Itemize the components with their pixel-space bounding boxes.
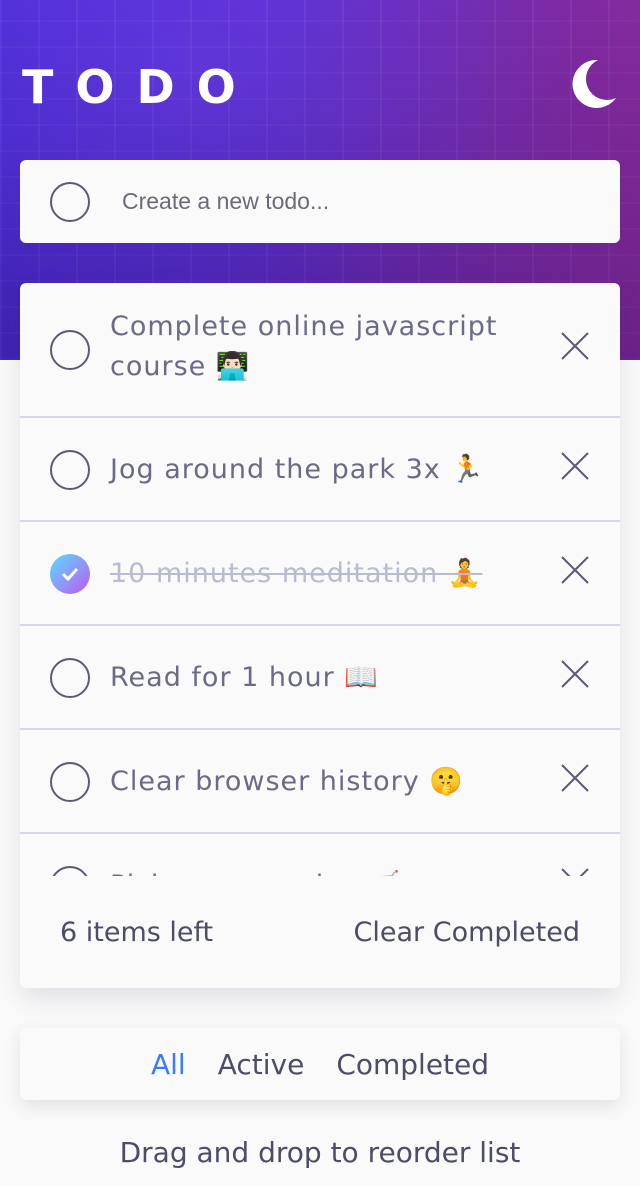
todo-checkbox-checked[interactable] — [50, 554, 90, 594]
todo-checkbox[interactable] — [50, 658, 90, 698]
list-footer: 6 items left Clear Completed — [20, 876, 620, 988]
filter-completed[interactable]: Completed — [336, 1048, 489, 1081]
todo-label: Pick up groceries 🛒 — [110, 866, 530, 876]
filter-all[interactable]: All — [151, 1048, 186, 1081]
todo-label: 10 minutes meditation 🧘 — [110, 558, 483, 589]
new-todo-bar: Create a new todo... — [20, 160, 620, 243]
new-todo-checkbox[interactable] — [50, 181, 90, 222]
todo-item[interactable]: 10 minutes meditation 🧘 — [20, 522, 620, 626]
delete-icon[interactable] — [560, 659, 590, 689]
todo-checkbox[interactable] — [50, 450, 90, 490]
todo-checkbox[interactable] — [50, 866, 90, 876]
filter-bar: All Active Completed — [20, 1028, 620, 1100]
todo-item[interactable]: Read for 1 hour 📖 — [20, 626, 620, 730]
app-title: TODO — [22, 60, 258, 114]
todo-list: Complete online javascript course 👨🏻‍💻 J… — [20, 283, 620, 988]
theme-toggle-button[interactable] — [568, 58, 618, 112]
delete-icon[interactable] — [560, 451, 590, 481]
items-left-count: 6 items left — [60, 916, 214, 948]
todo-label: Complete online javascript course 👨🏻‍💻 — [110, 311, 498, 382]
new-todo-input[interactable]: Create a new todo... — [122, 188, 329, 215]
delete-icon[interactable] — [560, 331, 590, 361]
delete-icon[interactable] — [560, 555, 590, 585]
todo-checkbox[interactable] — [50, 762, 90, 802]
reorder-hint: Drag and drop to reorder list — [119, 1136, 521, 1169]
delete-icon[interactable] — [560, 867, 590, 876]
todo-label: Clear browser history 🤫 — [110, 766, 464, 797]
delete-icon[interactable] — [560, 763, 590, 793]
todo-items: Complete online javascript course 👨🏻‍💻 J… — [20, 283, 620, 876]
clear-completed-button[interactable]: Clear Completed — [354, 917, 580, 948]
todo-label: Read for 1 hour 📖 — [110, 662, 379, 693]
todo-checkbox[interactable] — [50, 330, 90, 370]
todo-item[interactable]: Clear browser history 🤫 — [20, 730, 620, 834]
moon-icon — [572, 59, 616, 108]
todo-item[interactable]: Complete online javascript course 👨🏻‍💻 — [20, 283, 620, 418]
todo-label: Jog around the park 3x 🏃 — [110, 454, 485, 485]
check-icon — [61, 567, 79, 581]
todo-item[interactable]: Jog around the park 3x 🏃 — [20, 418, 620, 522]
filter-active[interactable]: Active — [218, 1048, 305, 1081]
todo-item[interactable]: Pick up groceries 🛒 — [20, 834, 620, 876]
